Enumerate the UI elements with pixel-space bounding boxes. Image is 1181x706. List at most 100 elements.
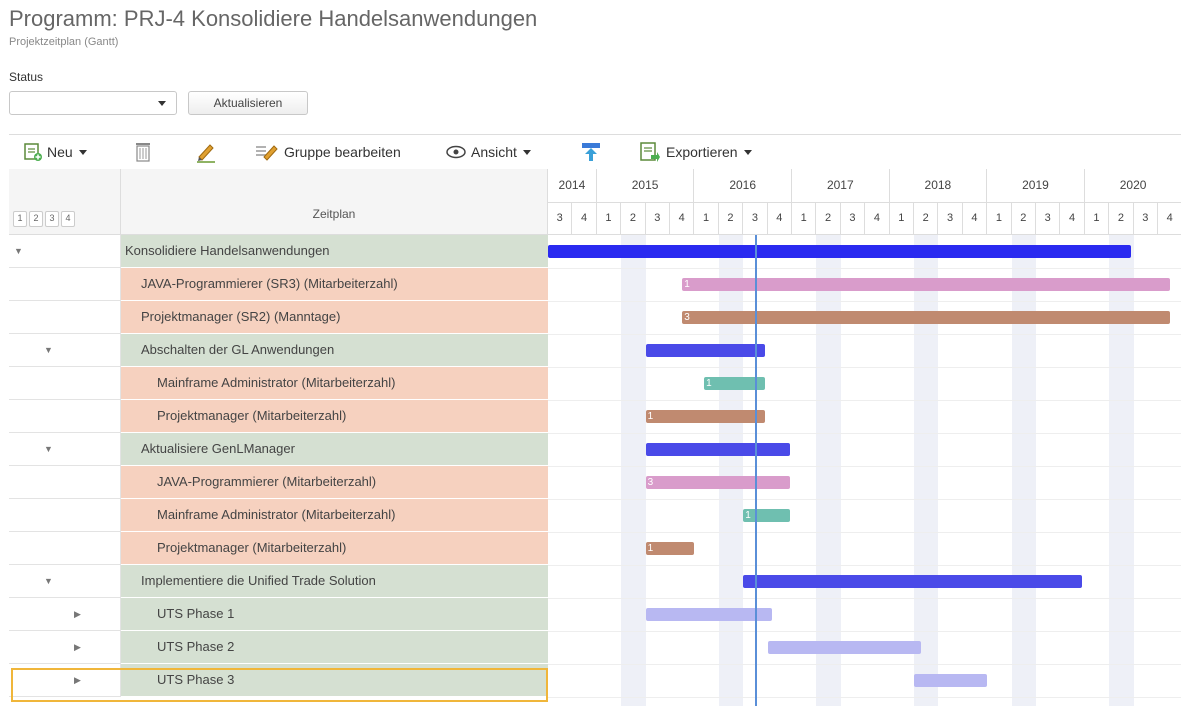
schedule-row-name[interactable]: Implementiere die Unified Trade Solution: [121, 565, 548, 598]
level-header: 1234: [9, 169, 121, 235]
tree-toggle-cell: [9, 400, 121, 433]
quarter-header: 1: [792, 203, 817, 235]
collapse-right-icon[interactable]: ▶: [74, 675, 81, 686]
tree-toggle-cell[interactable]: ▼: [9, 235, 121, 268]
schedule-row-name[interactable]: Konsolidiere Handelsanwendungen: [121, 235, 548, 268]
expand-down-icon[interactable]: ▼: [44, 345, 53, 355]
year-header: 2016: [694, 169, 792, 203]
delete-button[interactable]: [134, 135, 152, 169]
quarter-stripe: [1109, 235, 1134, 706]
upload-button[interactable]: [581, 135, 601, 169]
schedule-row-name[interactable]: JAVA-Programmierer (SR3) (Mitarbeiterzah…: [121, 268, 548, 301]
tree-toggle-cell[interactable]: ▼: [9, 433, 121, 466]
quarter-header: 2: [914, 203, 939, 235]
gantt-bar[interactable]: [645, 443, 790, 456]
schedule-header-label: Zeitplan: [312, 207, 356, 221]
year-header: 2020: [1084, 169, 1181, 203]
row-gridline: [548, 433, 1181, 434]
expand-down-icon[interactable]: ▼: [44, 576, 53, 586]
bar-count-label: 1: [706, 378, 712, 389]
eye-icon: [446, 145, 466, 159]
toolbar: Neu Gruppe bearbeiten Ansicht Exportiere…: [9, 134, 1181, 170]
gantt-bar[interactable]: 1: [743, 509, 790, 522]
year-header: 2014: [548, 169, 597, 203]
year-header: 2017: [792, 169, 890, 203]
quarter-header: 4: [572, 203, 597, 235]
tree-toggle-cell: [9, 499, 121, 532]
schedule-row-name[interactable]: Abschalten der GL Anwendungen: [121, 334, 548, 367]
schedule-row-name[interactable]: UTS Phase 3: [121, 664, 548, 697]
tree-toggle-cell[interactable]: ▼: [9, 334, 121, 367]
collapse-right-icon[interactable]: ▶: [74, 609, 81, 620]
gantt-bar[interactable]: 3: [645, 476, 790, 489]
new-button[interactable]: Neu: [23, 135, 87, 169]
refresh-button[interactable]: Aktualisieren: [188, 91, 308, 115]
quarter-stripe: [621, 235, 646, 706]
quarter-header: 1: [596, 203, 622, 235]
gantt-bar[interactable]: [767, 641, 922, 654]
gantt-bar[interactable]: [548, 245, 1132, 258]
level-4-button[interactable]: 4: [61, 211, 75, 227]
chevron-down-icon: [522, 149, 531, 155]
schedule-row-name[interactable]: JAVA-Programmierer (Mitarbeiterzahl): [121, 466, 548, 499]
quarter-stripe: [914, 235, 939, 706]
bar-count-label: 1: [745, 510, 751, 521]
row-gridline: [548, 565, 1181, 566]
view-button[interactable]: Ansicht: [446, 135, 531, 169]
tree-toggle-cell[interactable]: ▼: [9, 565, 121, 598]
status-dropdown[interactable]: [9, 91, 177, 115]
row-gridline: [548, 598, 1181, 599]
level-3-button[interactable]: 3: [45, 211, 59, 227]
tree-toggle-cell: [9, 532, 121, 565]
gantt-bar[interactable]: [743, 575, 1083, 588]
schedule-row-name[interactable]: UTS Phase 2: [121, 631, 548, 664]
quarter-header: 3: [548, 203, 573, 235]
quarter-header: 4: [767, 203, 792, 235]
level-2-button[interactable]: 2: [29, 211, 43, 227]
level-1-button[interactable]: 1: [13, 211, 27, 227]
schedule-row-name[interactable]: Mainframe Administrator (Mitarbeiterzahl…: [121, 367, 548, 400]
page-title: Programm: PRJ-4 Konsolidiere Handelsanwe…: [9, 6, 538, 31]
quarter-header: 1: [889, 203, 914, 235]
tree-toggle-cell[interactable]: ▶: [9, 598, 121, 631]
row-gridline: [548, 664, 1181, 665]
row-gridline: [548, 697, 1181, 698]
schedule-row-name[interactable]: Projektmanager (Mitarbeiterzahl): [121, 532, 548, 565]
tree-toggle-cell[interactable]: ▶: [9, 664, 121, 697]
quarter-header: 3: [1036, 203, 1061, 235]
expand-down-icon[interactable]: ▼: [44, 444, 53, 454]
expand-down-icon[interactable]: ▼: [14, 246, 23, 256]
gantt-bar[interactable]: [645, 608, 773, 621]
gantt-chart-area: 1 3 1 1 3 1 1: [548, 235, 1181, 706]
gantt-bar[interactable]: 1: [645, 542, 695, 555]
schedule-row-name[interactable]: Projektmanager (Mitarbeiterzahl): [121, 400, 548, 433]
schedule-row-name[interactable]: Aktualisiere GenLManager: [121, 433, 548, 466]
upload-arrow-icon: [582, 143, 600, 161]
export-button[interactable]: Exportieren: [639, 135, 752, 169]
quarter-header: 4: [865, 203, 890, 235]
row-gridline: [548, 532, 1181, 533]
schedule-row-name[interactable]: UTS Phase 1: [121, 598, 548, 631]
quarter-header: 3: [840, 203, 866, 235]
group-edit-button[interactable]: Gruppe bearbeiten: [254, 135, 401, 169]
gantt-grid: 1234 Zeitplan 2014 2015 2016 2017 2018 2019 20…: [9, 169, 1181, 706]
bar-count-label: 3: [684, 312, 690, 323]
quarter-header: 2: [621, 203, 646, 235]
quarter-header: 3: [1133, 203, 1158, 235]
view-label: Ansicht: [471, 144, 517, 160]
tree-toggle-cell[interactable]: ▶: [9, 631, 121, 664]
quarter-header: 1: [1084, 203, 1110, 235]
gantt-bar[interactable]: [914, 674, 988, 687]
quarter-header: 3: [645, 203, 670, 235]
edit-button[interactable]: [195, 135, 217, 169]
row-gridline: [548, 400, 1181, 401]
schedule-row-name[interactable]: Projektmanager (SR2) (Manntage): [121, 301, 548, 334]
gantt-bar[interactable]: 1: [645, 410, 766, 423]
collapse-right-icon[interactable]: ▶: [74, 642, 81, 653]
pencil-icon: [197, 144, 215, 163]
schedule-row-name[interactable]: Mainframe Administrator (Mitarbeiterzahl…: [121, 499, 548, 532]
chevron-down-icon: [78, 149, 87, 155]
tree-toggle-cell: [9, 301, 121, 334]
gantt-bar[interactable]: [645, 344, 766, 357]
quarter-header: 2: [1109, 203, 1134, 235]
